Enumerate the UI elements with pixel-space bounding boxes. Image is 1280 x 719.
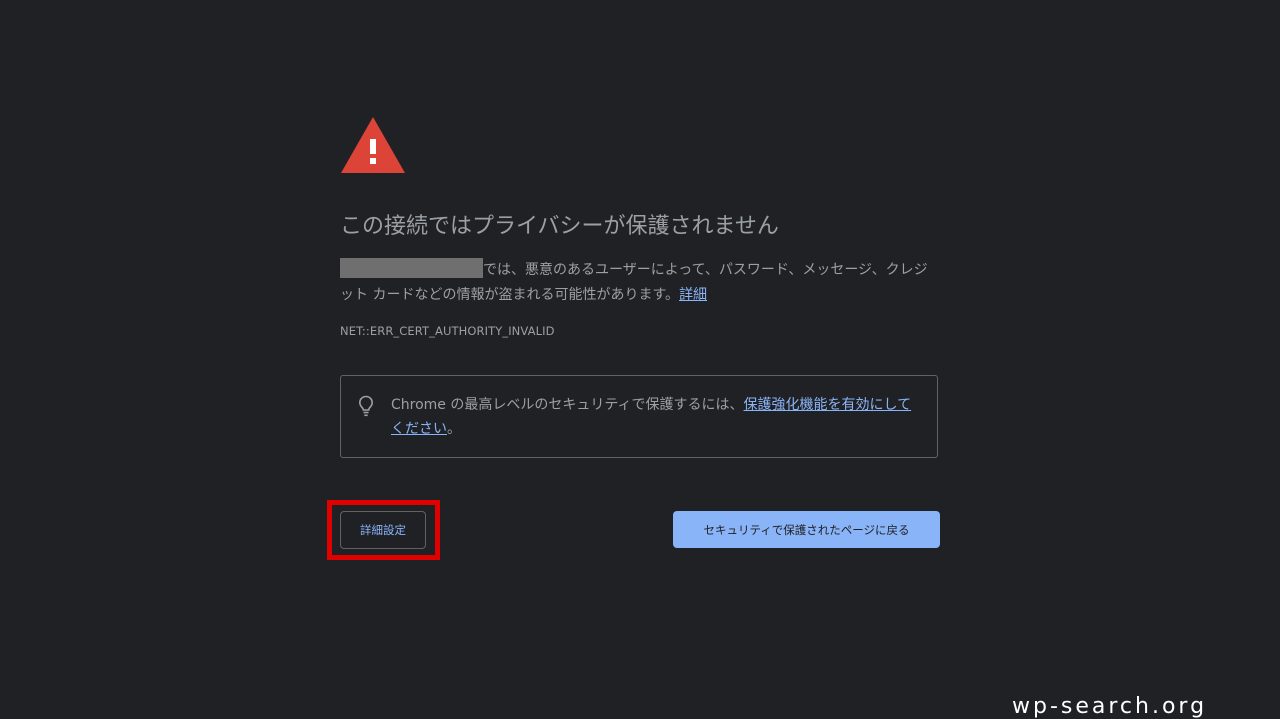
enhanced-protection-tip: Chrome の最高レベルのセキュリティで保護するには、保護強化機能を有効にして… (340, 375, 938, 458)
watermark: wp-search.org (1012, 694, 1208, 719)
tip-text: Chrome の最高レベルのセキュリティで保護するには、保護強化機能を有効にして… (391, 393, 921, 441)
warning-icon (341, 117, 405, 173)
privacy-error-page: この接続ではプライバシーが保護されません では、悪意のあるユーザーによって、パス… (0, 0, 1280, 719)
advanced-settings-button[interactable]: 詳細設定 (340, 511, 426, 549)
tip-text-suffix: 。 (447, 421, 461, 437)
error-code: NET::ERR_CERT_AUTHORITY_INVALID (340, 324, 555, 338)
page-title: この接続ではプライバシーが保護されません (340, 214, 779, 239)
details-link[interactable]: 詳細 (679, 287, 707, 303)
lightbulb-icon (358, 395, 374, 417)
back-to-safety-button[interactable]: セキュリティで保護されたページに戻る (673, 511, 940, 548)
redacted-domain (340, 258, 483, 278)
tip-text-body: Chrome の最高レベルのセキュリティで保護するには、 (391, 397, 744, 413)
error-description: では、悪意のあるユーザーによって、パスワード、メッセージ、クレジット カードなど… (340, 258, 940, 308)
